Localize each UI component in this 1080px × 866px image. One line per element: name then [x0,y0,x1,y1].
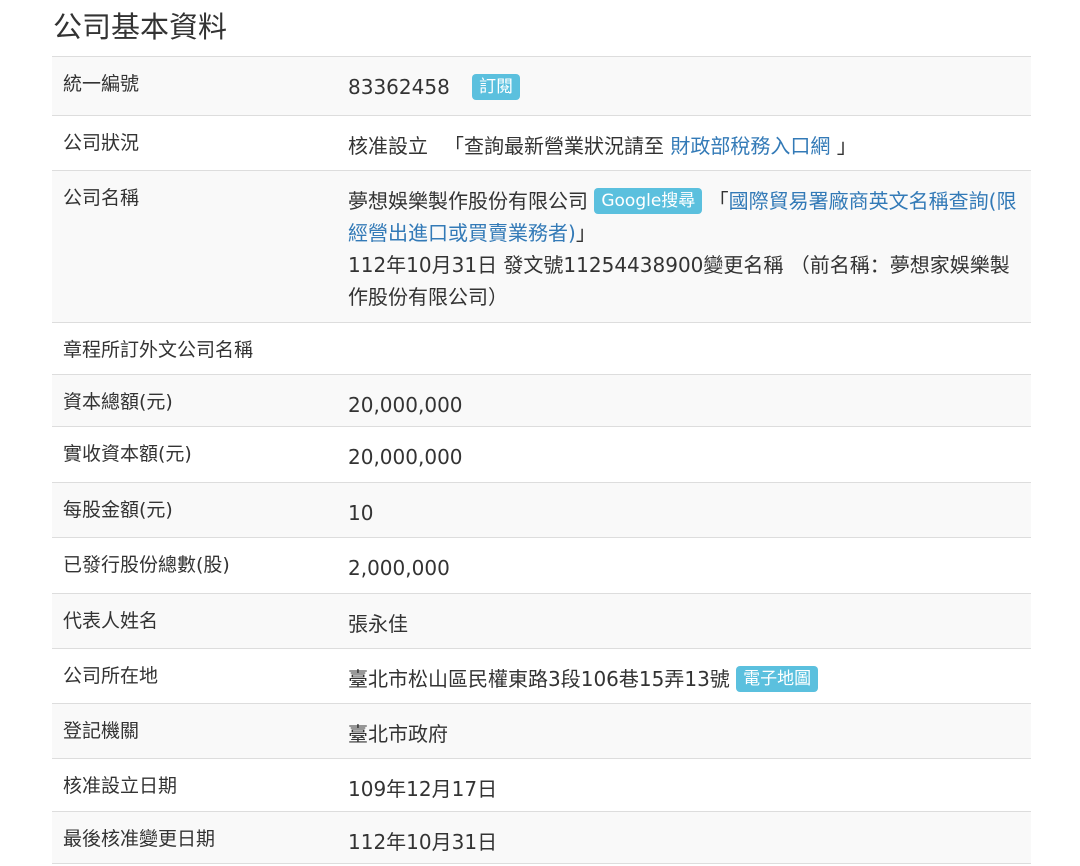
label-last-change-date: 最後核准變更日期 [52,811,337,864]
row-address: 公司所在地 臺北市松山區民權東路3段106巷15弄13號 電子地圖 [52,648,1031,704]
value-company-name: 夢想娛樂製作股份有限公司 Google搜尋 「國際貿易署廠商英文名稱查詢(限經營… [337,170,1031,323]
label-registrar: 登記機關 [52,703,337,759]
bracket-close: 」 [575,221,596,245]
row-shares-issued: 已發行股份總數(股) 2,000,000 [52,537,1031,594]
bracket-open: 「 [708,189,729,213]
row-company-name: 公司名稱 夢想娛樂製作股份有限公司 Google搜尋 「國際貿易署廠商英文名稱查… [52,170,1031,323]
label-capital-total: 資本總額(元) [52,374,337,427]
company-info-table: 統一編號 83362458 訂閱 公司狀況 核准設立 「查詢最新營業狀況請至 財政… [52,56,1031,864]
label-approval-date: 核准設立日期 [52,758,337,812]
row-approval-date: 核准設立日期 109年12月17日 [52,758,1031,812]
label-capital-paid: 實收資本額(元) [52,426,337,483]
label-shares-issued: 已發行股份總數(股) [52,537,337,594]
label-representative: 代表人姓名 [52,593,337,649]
row-representative: 代表人姓名 張永佳 [52,593,1031,649]
value-capital-total: 20,000,000 [337,374,1031,427]
row-status: 公司狀況 核准設立 「查詢最新營業狀況請至 財政部稅務入口網 」 [52,115,1031,171]
value-par-value: 10 [337,482,1031,538]
label-par-value: 每股金額(元) [52,482,337,538]
company-name-text: 夢想娛樂製作股份有限公司 [348,189,588,213]
row-capital-paid: 實收資本額(元) 20,000,000 [52,426,1031,483]
map-button[interactable]: 電子地圖 [736,665,819,692]
status-text: 核准設立 [348,134,428,158]
value-capital-paid: 20,000,000 [337,426,1031,483]
value-status: 核准設立 「查詢最新營業狀況請至 財政部稅務入口網 」 [337,115,1031,171]
status-suffix: 」 [836,134,857,158]
value-shares-issued: 2,000,000 [337,537,1031,594]
tax-portal-link[interactable]: 財政部稅務入口網 [670,134,830,158]
value-last-change-date: 112年10月31日 [337,811,1031,864]
google-search-button[interactable]: Google搜尋 [594,187,703,214]
row-last-change-date: 最後核准變更日期 112年10月31日 [52,811,1031,864]
value-address: 臺北市松山區民權東路3段106巷15弄13號 電子地圖 [337,648,1031,704]
value-foreign-name [337,322,1031,375]
value-representative: 張永佳 [337,593,1031,649]
row-registrar: 登記機關 臺北市政府 [52,703,1031,759]
uniform-number-text: 83362458 [348,75,450,99]
label-address: 公司所在地 [52,648,337,704]
row-capital-total: 資本總額(元) 20,000,000 [52,374,1031,427]
value-approval-date: 109年12月17日 [337,758,1031,812]
row-par-value: 每股金額(元) 10 [52,482,1031,538]
page-title: 公司基本資料 [53,10,228,44]
value-uniform-number: 83362458 訂閱 [337,56,1031,116]
name-change-note: 112年10月31日 發文號11254438900變更名稱 （前名稱：夢想家娛樂… [348,253,1010,309]
address-text: 臺北市松山區民權東路3段106巷15弄13號 [348,667,730,691]
label-company-name: 公司名稱 [52,170,337,323]
row-uniform-number: 統一編號 83362458 訂閱 [52,56,1031,116]
label-uniform-number: 統一編號 [52,56,337,116]
row-foreign-name: 章程所訂外文公司名稱 [52,322,1031,375]
subscribe-button[interactable]: 訂閱 [472,73,521,100]
value-registrar: 臺北市政府 [337,703,1031,759]
label-foreign-name: 章程所訂外文公司名稱 [52,322,337,375]
company-basic-info-page: 公司基本資料 統一編號 83362458 訂閱 公司狀況 核准設立 「查詢最新營業… [0,0,1080,866]
label-status: 公司狀況 [52,115,337,171]
status-prefix: 「查詢最新營業狀況請至 [444,134,664,158]
